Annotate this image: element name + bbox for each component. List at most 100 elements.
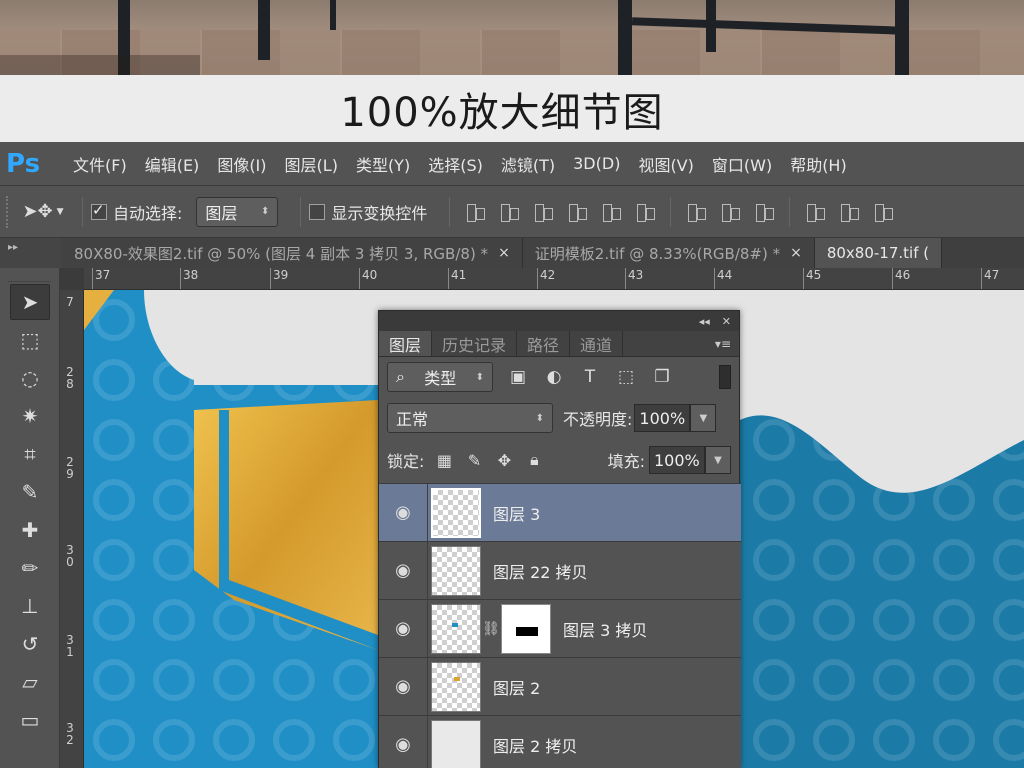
menu-layer[interactable]: 图层(L) [276, 152, 347, 176]
ruler-origin[interactable] [60, 268, 84, 290]
menu-file[interactable]: 文件(F) [64, 152, 136, 176]
layer-row[interactable]: ◉ 图层 3 [379, 483, 741, 542]
lock-transparency-icon[interactable]: ▦ [434, 450, 454, 470]
panel-titlebar[interactable]: ◂◂ ✕ [379, 311, 739, 331]
tab-paths[interactable]: 路径 [517, 331, 571, 356]
blend-mode-dropdown[interactable]: 正常 ⬍ [387, 403, 553, 433]
tools-grip[interactable] [8, 268, 51, 282]
brush-tool-icon[interactable]: ✏ [10, 550, 50, 586]
chain-link-icon[interactable]: ⛓ [481, 621, 501, 637]
shape-filter-icon[interactable]: ⬚ [615, 366, 637, 388]
layer-mask-thumbnail[interactable] [501, 603, 551, 654]
close-panel-icon[interactable]: ✕ [722, 315, 731, 328]
distribute-top-icon[interactable] [685, 201, 707, 223]
ruler-tick: 3 0 [66, 543, 74, 569]
align-top-icon[interactable] [464, 201, 486, 223]
layers-list: ◉ 图层 3 ◉ 图层 22 拷贝 ◉ ⛓ 图层 3 拷贝 ◉ 图层 2 ◉ 图… [379, 483, 741, 768]
fill-input[interactable]: 100% [649, 446, 705, 474]
menu-view[interactable]: 视图(V) [629, 152, 702, 176]
tab-document-2[interactable]: 证明模板2.tif @ 8.33%(RGB/8#) * × [522, 238, 815, 268]
gradient-tool-icon[interactable]: ▭ [10, 702, 50, 738]
distribute-hcenter-icon[interactable] [838, 201, 860, 223]
align-left-icon[interactable] [566, 201, 588, 223]
smart-object-filter-icon[interactable]: ❐ [651, 366, 673, 388]
menu-window[interactable]: 窗口(W) [703, 152, 781, 176]
collapse-panel-icon[interactable]: ◂◂ [699, 315, 710, 328]
auto-select-checkbox[interactable] [91, 201, 107, 220]
layer-name: 图层 3 拷贝 [563, 620, 648, 640]
align-right-icon[interactable] [634, 201, 656, 223]
align-hcenter-icon[interactable] [600, 201, 622, 223]
layer-row[interactable]: ◉ 图层 22 拷贝 [379, 541, 741, 600]
crop-tool-icon[interactable]: ⌗ [10, 436, 50, 472]
lock-position-icon[interactable]: ✥ [494, 450, 514, 470]
layer-row[interactable]: ◉ 图层 2 [379, 657, 741, 716]
eyedropper-tool-icon[interactable]: ✎ [10, 474, 50, 510]
eye-icon[interactable]: ◉ [379, 618, 427, 639]
lock-all-icon[interactable]: 🔒︎ [524, 450, 544, 470]
layer-row[interactable]: ◉ 图层 2 拷贝 [379, 715, 741, 768]
floor-shadow [0, 55, 200, 75]
magic-wand-tool-icon[interactable]: ✷ [10, 398, 50, 434]
menu-filter[interactable]: 滤镜(T) [492, 152, 564, 176]
tab-history[interactable]: 历史记录 [432, 331, 518, 356]
chevron-down-icon[interactable]: ▼ [690, 404, 717, 432]
ruler-tick: 7 [66, 295, 74, 309]
menu-image[interactable]: 图像(I) [208, 152, 275, 176]
eye-icon[interactable]: ◉ [379, 734, 427, 755]
expand-panels-icon[interactable]: ▸▸ [0, 238, 62, 268]
interior-photo [0, 0, 1024, 75]
menu-3d[interactable]: 3D(D) [564, 154, 629, 173]
menu-type[interactable]: 类型(Y) [347, 152, 419, 176]
layer-filter-dropdown[interactable]: ⌕ 类型 ⬍ [387, 362, 493, 392]
tab-document-3[interactable]: 80x80-17.tif ( [814, 238, 943, 268]
type-filter-icon[interactable]: T [579, 366, 601, 388]
opacity-input[interactable]: 100% [634, 404, 691, 432]
panel-menu-icon[interactable]: ▾≡ [715, 331, 739, 356]
layers-panel: ◂◂ ✕ 图层 历史记录 路径 通道 ▾≡ ⌕ 类型 ⬍ ▣ ◐ T ⬚ ❐ 正… [378, 310, 741, 768]
tab-layers[interactable]: 图层 [379, 331, 433, 356]
menu-help[interactable]: 帮助(H) [781, 152, 856, 176]
align-bottom-icon[interactable] [532, 201, 554, 223]
distribute-vcenter-icon[interactable] [719, 201, 741, 223]
ruler-tick: 2 8 [66, 365, 74, 391]
align-vcenter-icon[interactable] [498, 201, 520, 223]
lasso-tool-icon[interactable]: ◌ [10, 360, 50, 396]
healing-brush-tool-icon[interactable]: ✚ [10, 512, 50, 548]
close-icon[interactable]: × [790, 245, 802, 261]
menu-select[interactable]: 选择(S) [419, 152, 492, 176]
eye-icon[interactable]: ◉ [379, 502, 427, 523]
move-tool-icon[interactable]: ➤ [10, 284, 50, 320]
adjustment-filter-icon[interactable]: ◐ [543, 366, 565, 388]
menu-edit[interactable]: 编辑(E) [136, 152, 209, 176]
tool-preset-picker[interactable]: ➤✥ ▼ [12, 196, 74, 228]
auto-select-dropdown[interactable]: 图层 ⬍ [196, 196, 279, 227]
filter-toggle[interactable] [719, 365, 731, 389]
screenshot-root: 100%放大细节图 Ps 文件(F) 编辑(E) 图像(I) 图层(L) 类型(… [0, 0, 1024, 768]
pixel-filter-icon[interactable]: ▣ [507, 366, 529, 388]
eraser-tool-icon[interactable]: ▱ [10, 664, 50, 700]
lock-pixels-icon[interactable]: ✎ [464, 450, 484, 470]
eye-icon[interactable]: ◉ [379, 560, 427, 581]
layer-row[interactable]: ◉ ⛓ 图层 3 拷贝 [379, 599, 741, 658]
distribute-left-icon[interactable] [804, 201, 826, 223]
tab-label: 证明模板2.tif @ 8.33%(RGB/8#) * [534, 244, 781, 263]
close-icon[interactable]: × [498, 245, 510, 261]
marquee-tool-icon[interactable]: ⬚ [10, 322, 50, 358]
layer-thumbnail [431, 719, 481, 768]
tab-document-1[interactable]: 80X80-效果图2.tif @ 50% (图层 4 副本 3 拷贝 3, RG… [62, 238, 523, 268]
filter-search-icon: ⌕ [396, 367, 405, 386]
distribute-bottom-icon[interactable] [753, 201, 775, 223]
show-transform-checkbox[interactable] [309, 203, 326, 220]
horizontal-ruler[interactable]: 37 38 39 40 41 42 43 44 45 46 47 [84, 268, 1024, 290]
clone-stamp-tool-icon[interactable]: ⊥ [10, 588, 50, 624]
vertical-ruler[interactable]: 7 2 8 2 9 3 0 3 1 3 2 [60, 290, 84, 768]
chevron-down-icon[interactable]: ▼ [705, 446, 731, 474]
show-transform-label: 显示变换控件 [331, 203, 428, 223]
history-brush-tool-icon[interactable]: ↺ [10, 626, 50, 662]
auto-select-value: 图层 [205, 203, 238, 223]
distribute-right-icon[interactable] [872, 201, 894, 223]
tab-channels[interactable]: 通道 [570, 331, 624, 356]
chair-leg [330, 0, 336, 30]
eye-icon[interactable]: ◉ [379, 676, 427, 697]
